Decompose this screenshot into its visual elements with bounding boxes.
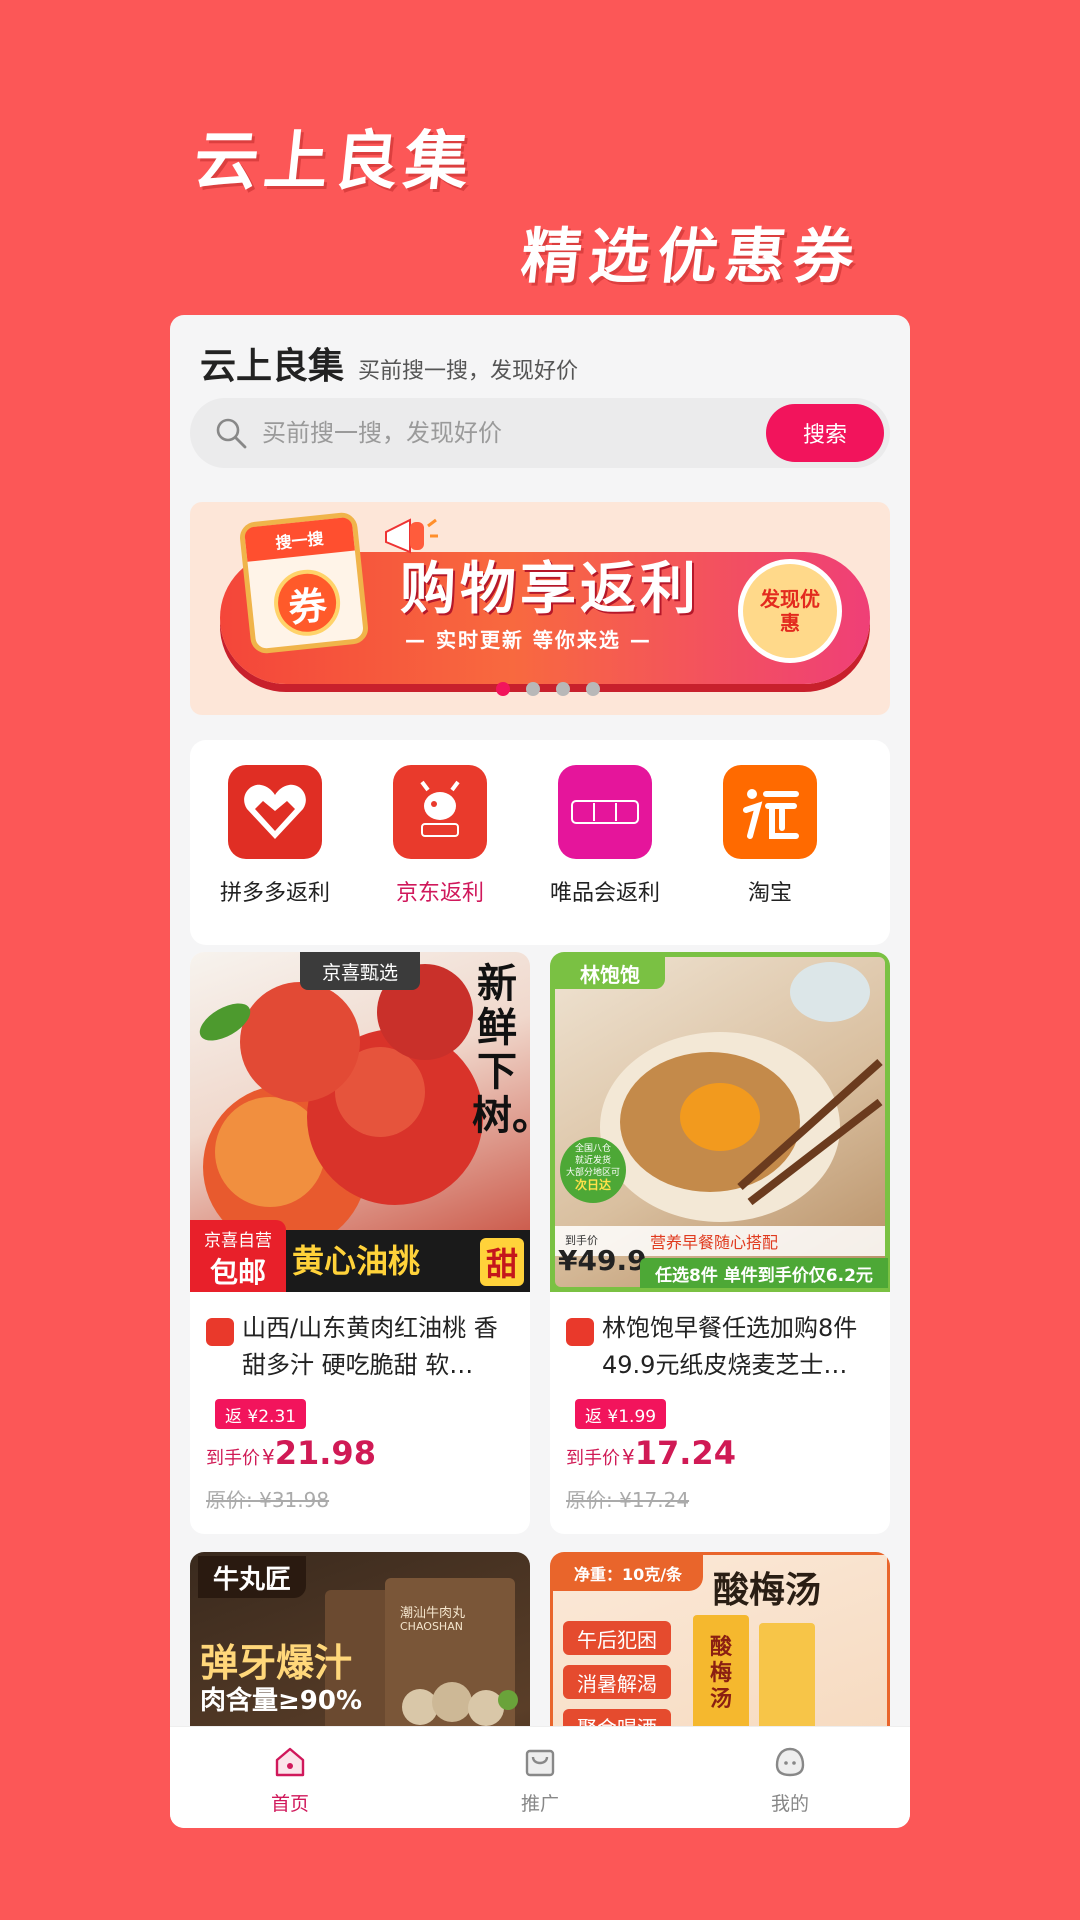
banner-dot[interactable]: [586, 682, 600, 696]
platform-pinduoduo[interactable]: 拼多多返利: [200, 765, 350, 907]
product-image[interactable]: 京喜甄选 新鲜下树。 黄心油桃 甜 京喜自营 包邮: [190, 952, 530, 1292]
coupon-icon: 搜一搜 券: [238, 511, 370, 655]
home-icon: [275, 1747, 305, 1777]
search-icon: [216, 418, 247, 449]
platform-taobao[interactable]: 淘宝: [695, 765, 845, 907]
shipping-badge: 全国八仓 就近发货 大部分地区可 次日达: [560, 1137, 626, 1203]
pack-text: 酸梅汤: [709, 1635, 732, 1712]
platform-label: 唯品会返利: [549, 881, 660, 906]
banner-badge-text: 发现优惠: [760, 587, 820, 635]
search-bar[interactable]: 搜索: [190, 398, 890, 468]
price-value: 17.24: [634, 1434, 736, 1472]
banner-dot[interactable]: [526, 682, 540, 696]
product-image[interactable]: 林饱饱 全国八仓 就近发货 大部分地区可 次日达 到手价 营养早餐随心搭配 ¥4…: [550, 952, 890, 1292]
product-accent-text: 甜: [480, 1238, 524, 1286]
product-subline: 肉含量≥90%: [200, 1686, 363, 1716]
price-currency: ¥: [262, 1445, 275, 1469]
tab-promote[interactable]: 推广: [480, 1745, 600, 1816]
tab-home[interactable]: 首页: [230, 1745, 350, 1816]
search-button[interactable]: 搜索: [766, 404, 884, 462]
product-card[interactable]: 京喜甄选 新鲜下树。 黄心油桃 甜 京喜自营 包邮 山西/山东黄肉红油桃 香甜多…: [190, 952, 530, 1534]
platform-jd[interactable]: 京东返利: [365, 765, 515, 907]
banner-subline: — 实时更新 等你来选 —: [405, 628, 652, 652]
product-bottom-text: 黄心油桃: [292, 1242, 421, 1280]
price-row: 到手价 ¥ 17.24: [566, 1434, 736, 1472]
price-value: 21.98: [274, 1434, 376, 1472]
taobao-icon: [723, 765, 817, 859]
app-slogan: 买前搜一搜，发现好价: [358, 359, 579, 384]
badge-line: 就近发货: [574, 1156, 611, 1166]
banner-badge: 发现优惠: [738, 559, 842, 663]
jd-source-icon: [566, 1318, 594, 1346]
product-headline: 酸梅汤: [713, 1570, 822, 1611]
promo-subtitle: 精选优惠券: [517, 222, 866, 292]
banner-pagination: [190, 682, 890, 696]
platform-vipshop[interactable]: 唯品会返利: [530, 765, 680, 907]
product-bottom-text: 任选8件 单件到手价仅6.2元: [640, 1258, 888, 1288]
corner-bottom-text: 包邮: [209, 1256, 266, 1289]
search-input[interactable]: [262, 398, 732, 468]
free-shipping-badge: 京喜自营 包邮: [190, 1220, 286, 1292]
platform-grid: 拼多多返利 京东返利 唯品会返利 淘宝: [190, 740, 890, 945]
product-brand-tag: 林饱饱: [555, 957, 665, 989]
bottom-tab-bar: 首页 推广 我的: [170, 1726, 910, 1828]
banner-dot[interactable]: [556, 682, 570, 696]
price-label: 到手价: [566, 1448, 620, 1469]
banner-dot[interactable]: [496, 682, 510, 696]
jd-source-icon: [206, 1318, 234, 1346]
tab-label: 我的: [770, 1793, 809, 1815]
app-header: 云上良集 买前搜一搜，发现好价: [200, 337, 578, 389]
rebate-tag: 返 ¥2.31: [215, 1399, 307, 1429]
badge-line: 全国八仓: [574, 1144, 611, 1154]
profile-icon: [775, 1747, 805, 1777]
original-price: 原价: ¥17.24: [566, 1488, 690, 1512]
vipshop-icon: [558, 765, 652, 859]
promo-banner[interactable]: 搜一搜 券 购物享返利 — 实时更新 等你来选 — 发现优惠: [190, 502, 890, 715]
app-title: 云上良集: [200, 346, 345, 387]
product-chip: 消暑解渴: [563, 1665, 671, 1699]
platform-label: 京东返利: [395, 881, 484, 906]
jd-icon: [393, 765, 487, 859]
promo-title: 云上良集: [190, 125, 479, 199]
product-card[interactable]: 林饱饱 全国八仓 就近发货 大部分地区可 次日达 到手价 营养早餐随心搭配 ¥4…: [550, 952, 890, 1534]
product-headline: 弹牙爆汁: [200, 1641, 353, 1685]
tab-label: 推广: [520, 1793, 559, 1815]
platform-label: 拼多多返利: [219, 881, 330, 906]
product-weight-tag: 净重：10克/条: [553, 1555, 703, 1591]
coupon-char: 券: [270, 566, 344, 640]
product-chip: 午后犯困: [563, 1621, 671, 1655]
product-brand-tag: 牛丸匠: [198, 1556, 306, 1598]
price-row: 到手价 ¥ 21.98: [206, 1434, 376, 1472]
pack-en-text: CHAOSHAN: [400, 1620, 463, 1633]
product-title[interactable]: 山西/山东黄肉红油桃 香甜多汁 硬吃脆甜 软…: [242, 1310, 518, 1384]
pinduoduo-icon: [228, 765, 322, 859]
product-title[interactable]: 林饱饱早餐任选加购8件 49.9元纸皮烧麦芝士…: [602, 1310, 878, 1384]
platform-label: 淘宝: [747, 881, 792, 906]
price-currency: ¥: [622, 1445, 635, 1469]
tab-label: 首页: [270, 1793, 309, 1815]
rebate-tag: 返 ¥1.99: [575, 1399, 667, 1429]
original-price: 原价: ¥31.98: [206, 1488, 330, 1512]
product-side-text: 新鲜下树。: [472, 961, 530, 1139]
corner-top-text: 京喜自营: [204, 1231, 272, 1251]
coupon-top-label: 搜一搜: [243, 516, 355, 562]
meatball-illustration: [402, 1682, 518, 1726]
strip-price: ¥49.9: [558, 1244, 647, 1277]
banner-headline: 购物享返利: [400, 557, 700, 622]
strip-text: 营养早餐随心搭配: [650, 1233, 779, 1252]
product-source-tag: 京喜甄选: [300, 952, 420, 990]
price-label: 到手价: [206, 1448, 260, 1469]
bag-icon: [525, 1749, 555, 1777]
badge-line: 次日达: [574, 1178, 611, 1192]
app-screen: 云上良集 买前搜一搜，发现好价 搜索 搜一搜 券 购物享返利 — 实时更新 等你…: [170, 315, 910, 1828]
tab-profile[interactable]: 我的: [730, 1745, 850, 1816]
pack-text: 潮汕牛肉丸: [400, 1606, 466, 1621]
